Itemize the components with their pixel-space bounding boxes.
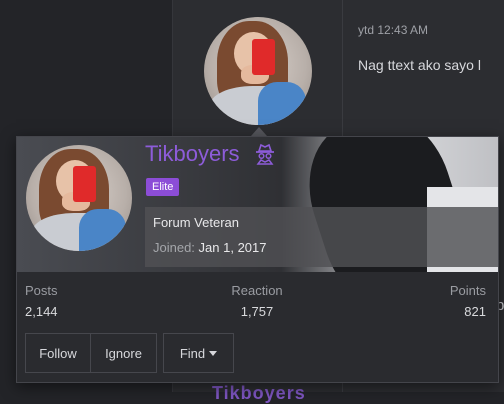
spy-icon bbox=[254, 143, 276, 170]
member-stats: Posts 2,144 Reaction 1,757 Points 821 bbox=[17, 283, 498, 323]
chevron-down-icon bbox=[209, 350, 218, 356]
ignore-button[interactable]: Ignore bbox=[91, 334, 156, 372]
joined-value: Jan 1, 2017 bbox=[198, 240, 267, 255]
member-tooltip-card: Tikboyers Elite Forum Veteran Joined: Ja… bbox=[16, 136, 499, 383]
avatar-image bbox=[204, 17, 312, 125]
stat-label: Posts bbox=[25, 283, 58, 298]
profile-info-box: Forum Veteran Joined: Jan 1, 2017 bbox=[145, 207, 498, 267]
stat-label: Reaction bbox=[231, 283, 283, 298]
joined-label: Joined: bbox=[153, 240, 195, 255]
follow-ignore-group: Follow Ignore bbox=[25, 333, 157, 373]
post-timestamp[interactable]: ytd 12:43 AM bbox=[358, 23, 428, 37]
user-title: Forum Veteran bbox=[153, 215, 239, 230]
stat-label: Points bbox=[449, 283, 486, 298]
stat-value: 1,757 bbox=[240, 304, 274, 319]
find-label: Find bbox=[179, 345, 206, 361]
popover-pointer bbox=[251, 127, 267, 136]
user-group-badge: Elite bbox=[146, 178, 180, 196]
profile-username[interactable]: Tikboyers bbox=[145, 141, 240, 167]
post-avatar[interactable] bbox=[204, 17, 312, 125]
stat-posts[interactable]: Posts 2,144 bbox=[25, 283, 58, 319]
follow-button[interactable]: Follow bbox=[26, 334, 91, 372]
post-message: Nag ttext ako sayo l bbox=[358, 57, 481, 73]
find-menu-button[interactable]: Find bbox=[163, 333, 234, 373]
joined-date: Joined: Jan 1, 2017 bbox=[153, 240, 267, 255]
stat-points[interactable]: Points 821 bbox=[450, 283, 486, 319]
post-author-name[interactable]: Tikboyers bbox=[212, 383, 306, 404]
profile-avatar[interactable] bbox=[26, 145, 132, 251]
stat-value: 821 bbox=[464, 304, 486, 319]
stat-value: 2,144 bbox=[25, 304, 58, 319]
stat-reaction[interactable]: Reaction 1,757 bbox=[229, 283, 285, 319]
avatar-image bbox=[26, 145, 132, 251]
